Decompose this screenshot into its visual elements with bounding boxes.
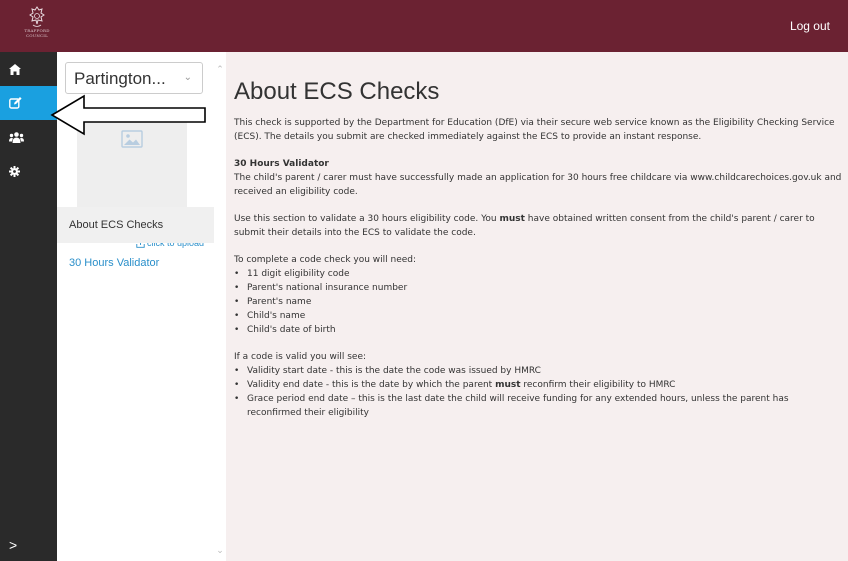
- organisation-select[interactable]: Partington... ⌄: [65, 62, 203, 94]
- menu-item-30-hours-validator[interactable]: 30 Hours Validator: [57, 245, 214, 281]
- nav-settings[interactable]: [0, 154, 57, 188]
- organisation-select-value: Partington...: [74, 69, 166, 88]
- list-item: Parent's national insurance number: [234, 281, 842, 295]
- chevron-down-icon: ⌄: [183, 72, 192, 83]
- home-icon: [9, 63, 21, 75]
- chevron-up-icon[interactable]: ⌃: [214, 64, 226, 78]
- side-panel: Partington... ⌄ click to upload About EC…: [57, 52, 214, 561]
- intro-text: This check is supported by the Departmen…: [234, 118, 835, 142]
- list-item: 11 digit eligibility code: [234, 267, 842, 281]
- main-content: About ECS Checks This check is supported…: [226, 52, 848, 561]
- results-list: Validity start date - this is the date t…: [234, 364, 842, 420]
- users-icon: [9, 131, 24, 143]
- edit-icon: [9, 97, 22, 109]
- menu-item-about-ecs-checks[interactable]: About ECS Checks: [57, 207, 214, 243]
- result-text-start: Validity end date - this is the date by …: [247, 380, 496, 390]
- requirements-intro: To complete a code check you will need:: [234, 255, 417, 265]
- consent-text-start: Use this section to validate a 30 hours …: [234, 214, 500, 224]
- image-placeholder-icon: [121, 130, 143, 148]
- crest-logo-icon: [29, 6, 45, 27]
- results-intro: If a code is valid you will see:: [234, 352, 367, 362]
- gear-icon: [9, 165, 20, 177]
- logo-text-line2: COUNCIL: [26, 33, 48, 38]
- top-bar: TRAFFORD COUNCIL Log out: [0, 0, 848, 52]
- requirements-list: 11 digit eligibility code Parent's natio…: [234, 267, 842, 337]
- council-logo: TRAFFORD COUNCIL: [18, 6, 56, 46]
- validator-heading: 30 Hours Validator: [234, 159, 329, 169]
- chevron-down-icon[interactable]: ⌄: [214, 545, 226, 559]
- page-title: About ECS Checks: [234, 78, 440, 105]
- result-text-must: must: [495, 380, 521, 390]
- list-item: Grace period end date – this is the last…: [234, 392, 842, 420]
- list-item: Child's date of birth: [234, 323, 842, 337]
- list-item: Validity start date - this is the date t…: [234, 364, 842, 378]
- consent-text-must: must: [499, 214, 525, 224]
- consent-text: Use this section to validate a 30 hours …: [234, 212, 842, 240]
- nav-users[interactable]: [0, 120, 57, 154]
- nav-edit[interactable]: [0, 86, 57, 120]
- nav-expand-button[interactable]: >: [0, 529, 57, 561]
- list-item: Parent's name: [234, 295, 842, 309]
- side-panel-scrollbar[interactable]: ⌃ ⌄: [214, 52, 226, 561]
- nav-rail: >: [0, 52, 57, 561]
- list-item: Child's name: [234, 309, 842, 323]
- validator-text: The child's parent / carer must have suc…: [234, 173, 842, 197]
- result-text-end: reconfirm their eligibility to HMRC: [520, 380, 676, 390]
- list-item: Validity end date - this is the date by …: [234, 378, 842, 392]
- logout-link[interactable]: Log out: [790, 19, 830, 33]
- nav-home[interactable]: [0, 52, 57, 86]
